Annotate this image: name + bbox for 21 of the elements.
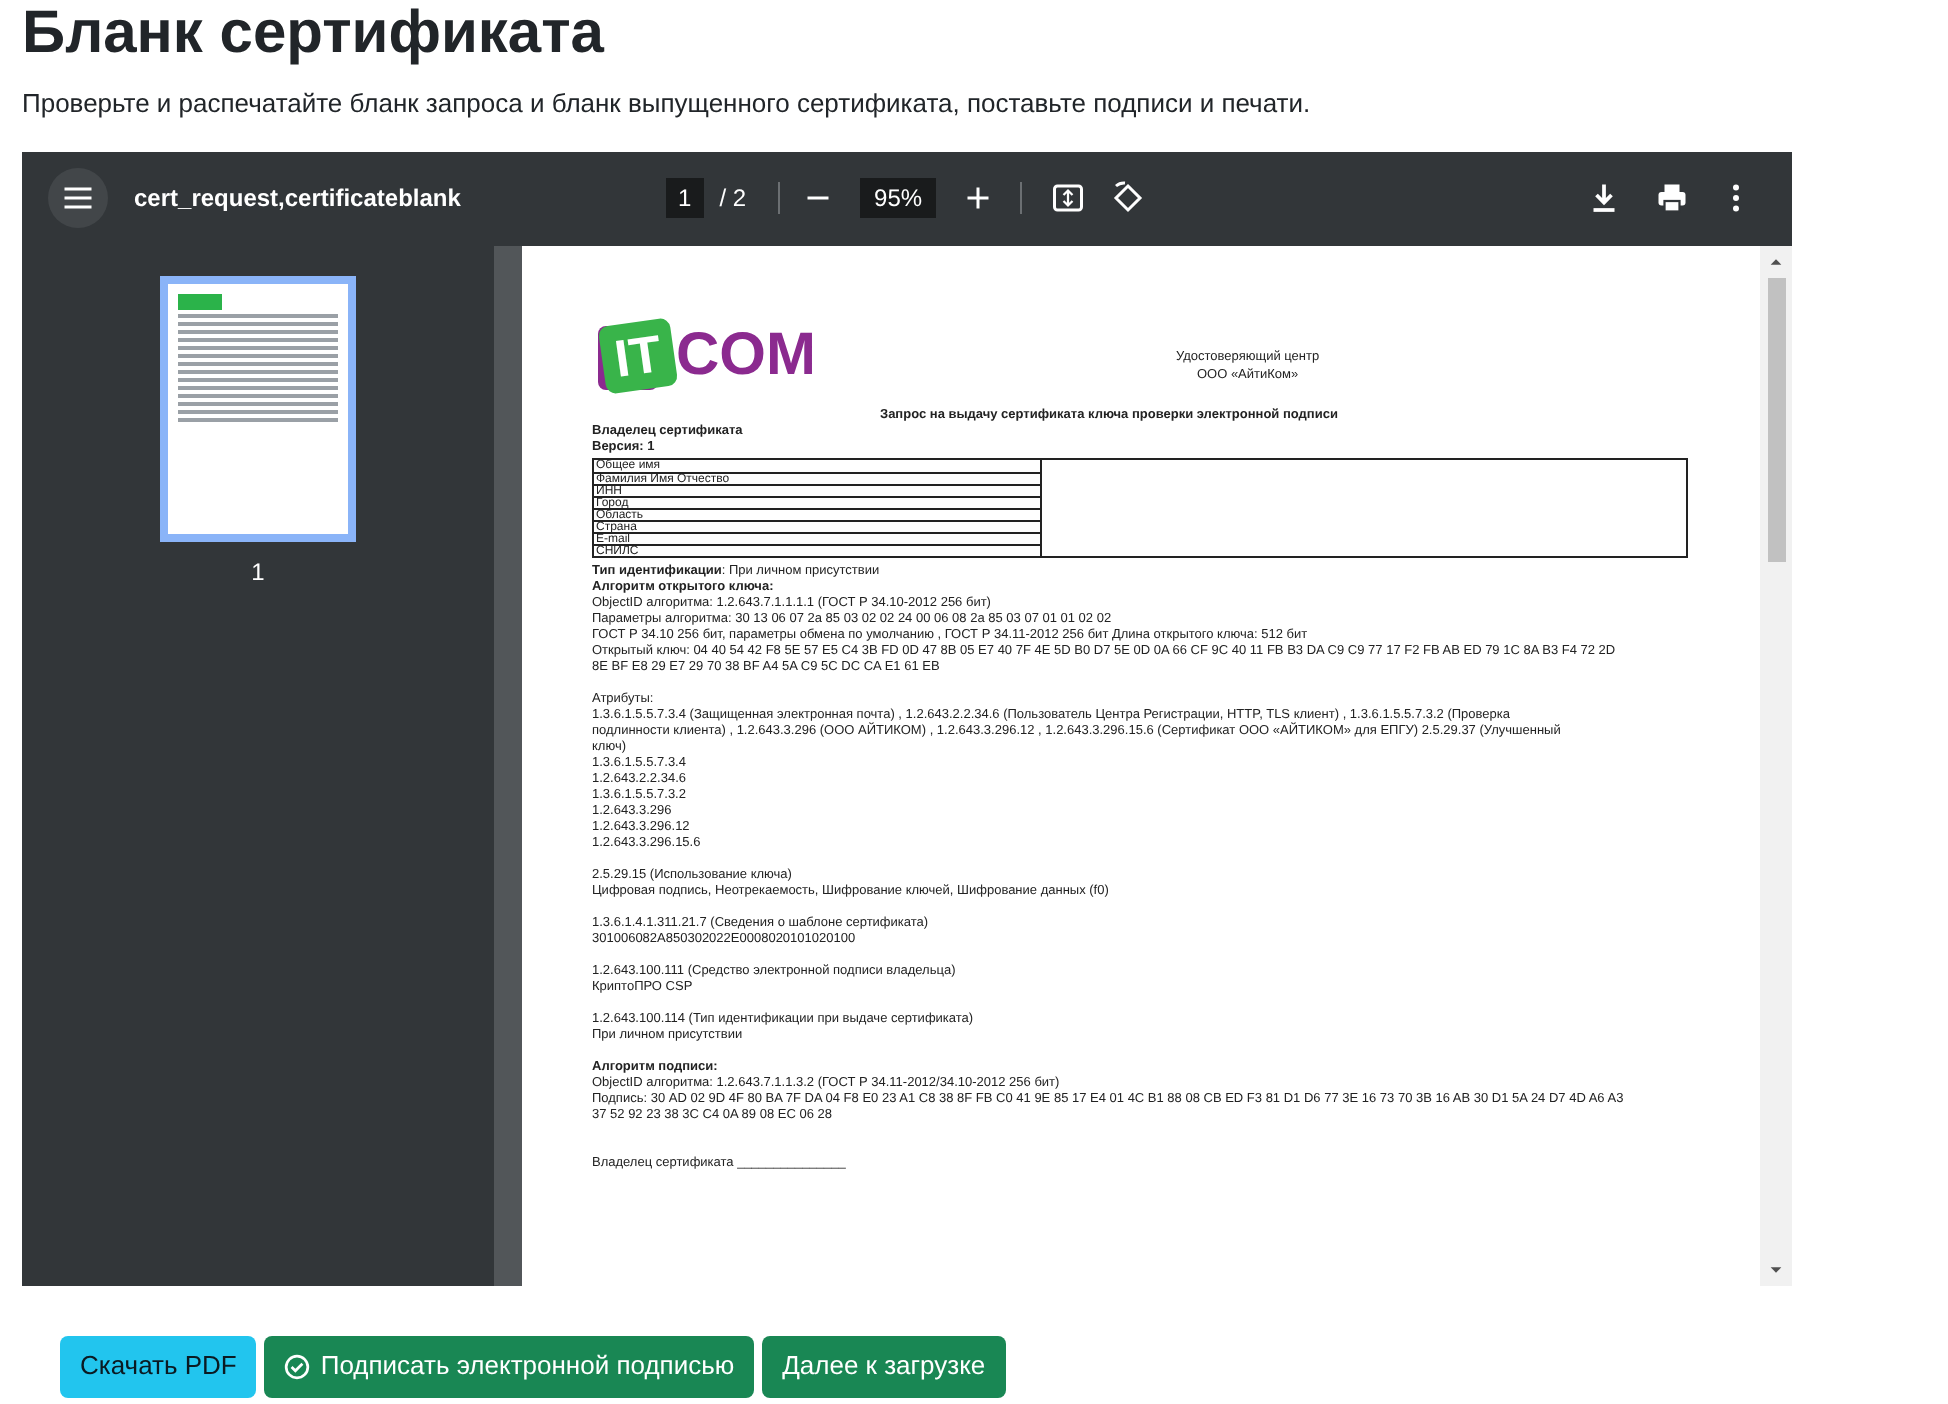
menu-button[interactable] — [48, 168, 108, 228]
page-title: Бланк сертификата — [20, 0, 607, 68]
action-button[interactable]: Скачать PDF — [60, 1335, 257, 1397]
logo-text: COM — [676, 326, 816, 386]
action-button[interactable]: Подписать электронной подписью — [264, 1335, 755, 1397]
page-thumbnail[interactable] — [160, 275, 356, 541]
fit-page-icon[interactable] — [1050, 180, 1087, 216]
zoom-field[interactable]: 95% — [860, 178, 937, 218]
file-name: cert_request,certificateblank — [134, 182, 463, 216]
logo-text: IT — [611, 327, 665, 385]
page-total: / 2 — [719, 182, 747, 216]
check-circle-icon — [284, 1353, 311, 1379]
page-number-field[interactable]: 1 — [666, 178, 704, 218]
page-description: Проверьте и распечатайте бланк запроса и бланк выпущенного сертификата, поставьте подписи и печати. — [20, 86, 1313, 122]
scrollbar-thumb[interactable] — [1767, 277, 1785, 561]
page-label: 1 — [251, 555, 265, 589]
rotate-icon[interactable] — [1110, 180, 1147, 216]
scrollbar[interactable] — [1760, 245, 1792, 1285]
scroll-down-icon[interactable] — [1768, 1261, 1784, 1277]
action-button[interactable]: Далее к загрузке — [762, 1335, 1006, 1397]
print-icon[interactable] — [1654, 180, 1690, 216]
